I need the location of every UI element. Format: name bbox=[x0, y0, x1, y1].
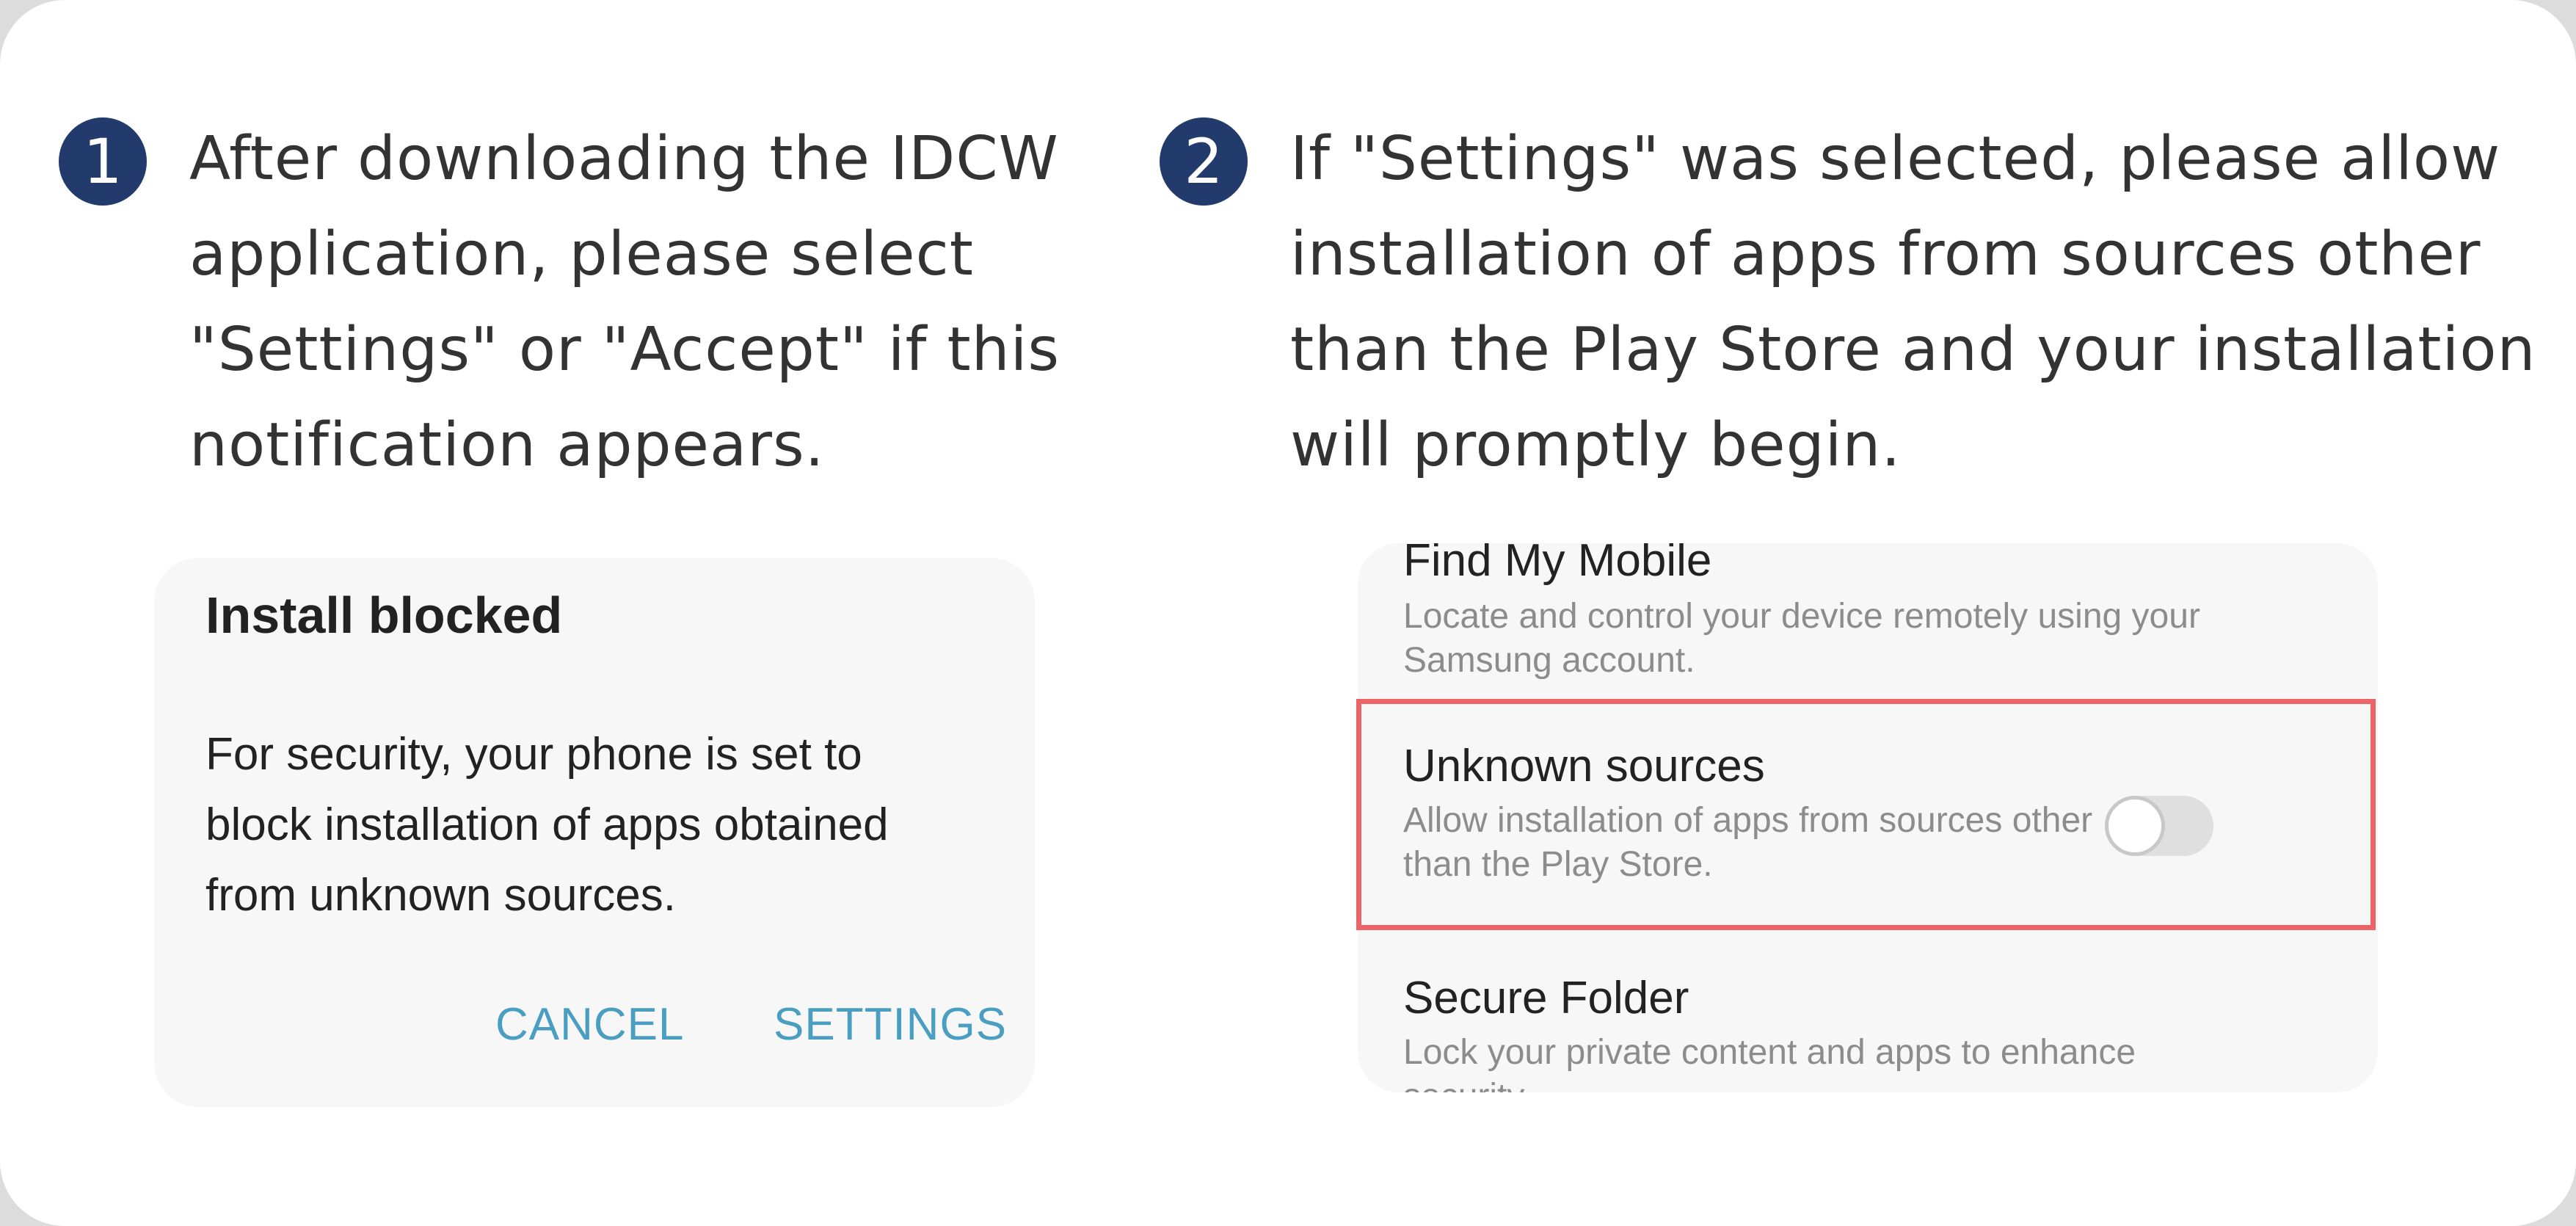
step-text-line: If "Settings" was selected, please allow bbox=[1290, 124, 2501, 194]
description-line: security. bbox=[1403, 1075, 2152, 1092]
instruction-card: 1 After downloading the IDCW application… bbox=[0, 0, 2576, 1226]
step-text-line: installation of apps from sources other bbox=[1290, 220, 2481, 289]
unknown-sources-highlight bbox=[1356, 699, 2376, 930]
step-number-badge: 1 bbox=[59, 117, 147, 206]
step-1-instructions: After downloading the IDCW application, … bbox=[189, 112, 1060, 493]
step-text-line: After downloading the IDCW bbox=[189, 124, 1059, 194]
description-line: Locate and control your device remotely … bbox=[1403, 597, 2200, 636]
settings-item-find-my-mobile[interactable]: Find My Mobile Locate and control your d… bbox=[1358, 543, 2378, 680]
step-2-instructions: If "Settings" was selected, please allow… bbox=[1290, 112, 2536, 493]
step-text-line: will promptly begin. bbox=[1290, 410, 1902, 480]
step-text-line: application, please select bbox=[189, 220, 974, 289]
settings-item-description: Locate and control your device remotely … bbox=[1403, 595, 2200, 683]
step-text-line: "Settings" or "Accept" if this bbox=[189, 315, 1060, 385]
dialog-message-line: block installation of apps obtained bbox=[205, 799, 889, 850]
dialog-message: For security, your phone is set to block… bbox=[205, 719, 1013, 931]
cancel-button[interactable]: CANCEL bbox=[495, 998, 685, 1051]
dialog-message-line: from unknown sources. bbox=[205, 870, 676, 921]
settings-item-title: Find My Mobile bbox=[1403, 543, 1712, 586]
settings-item-title: Secure Folder bbox=[1403, 973, 1689, 1023]
settings-button[interactable]: SETTINGS bbox=[774, 998, 1007, 1051]
install-blocked-dialog: Install blocked For security, your phone… bbox=[154, 558, 1035, 1107]
settings-item-secure-folder[interactable]: Secure Folder Lock your private content … bbox=[1358, 940, 2378, 1092]
step-text-line: than the Play Store and your installatio… bbox=[1290, 315, 2536, 385]
dialog-message-line: For security, your phone is set to bbox=[205, 729, 862, 780]
description-line: Lock your private content and apps to en… bbox=[1403, 1033, 2136, 1072]
description-line: Samsung account. bbox=[1403, 641, 1695, 680]
step-number-badge: 2 bbox=[1160, 117, 1248, 206]
step-text-line: notification appears. bbox=[189, 410, 825, 480]
dialog-title: Install blocked bbox=[205, 587, 563, 644]
settings-item-description: Lock your private content and apps to en… bbox=[1403, 1031, 2152, 1092]
